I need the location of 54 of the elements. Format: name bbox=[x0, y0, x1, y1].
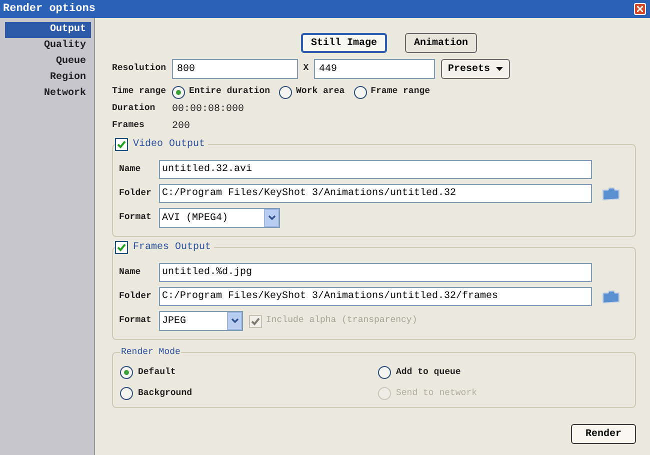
group-title: Video Output bbox=[133, 138, 206, 152]
field-label: Resolution bbox=[112, 62, 168, 76]
folder-field[interactable]: C:/Program Files/KeyShot 3/Animations/untitled.32 bbox=[159, 184, 592, 203]
folder-icon[interactable] bbox=[602, 186, 620, 200]
radio-button[interactable] bbox=[172, 86, 185, 98]
mode-button[interactable]: Still Image bbox=[300, 33, 387, 53]
render-button[interactable]: Render bbox=[571, 424, 636, 444]
folder-field[interactable]: C:/Program Files/KeyShot 3/Animations/untitled.32/frames bbox=[159, 287, 592, 306]
width-field[interactable]: 800 bbox=[172, 59, 298, 79]
radio-label: Send to network bbox=[396, 386, 478, 400]
radio-button[interactable] bbox=[354, 86, 367, 98]
info-label: Frames bbox=[112, 119, 146, 132]
radio-button[interactable] bbox=[120, 366, 133, 380]
field-label: Folder bbox=[119, 186, 152, 200]
radio-label: Background bbox=[138, 386, 192, 400]
format-dropdown[interactable]: JPEG bbox=[159, 311, 243, 331]
close-button[interactable] bbox=[634, 3, 646, 15]
radio-label: Add to queue bbox=[396, 366, 461, 379]
checkbox[interactable] bbox=[115, 138, 128, 151]
format-dropdown[interactable]: AVI (MPEG4) bbox=[159, 208, 280, 228]
radio-label: Default bbox=[138, 366, 176, 379]
field-label: Format bbox=[119, 314, 152, 328]
field-label: Folder bbox=[119, 290, 152, 303]
field-label: Time range bbox=[112, 85, 168, 98]
field-label: Format bbox=[119, 211, 152, 224]
radio-button[interactable] bbox=[279, 86, 292, 98]
caret-icon bbox=[496, 67, 504, 71]
field-label: Name bbox=[119, 266, 142, 279]
radio-button[interactable] bbox=[378, 366, 391, 380]
info-label: Duration bbox=[112, 102, 156, 116]
height-field[interactable]: 449 bbox=[314, 59, 435, 79]
radio-label: Frame range bbox=[370, 85, 430, 98]
checkbox-label: Include alpha (transparency) bbox=[266, 314, 418, 328]
checkbox[interactable] bbox=[115, 241, 128, 254]
name-field[interactable]: untitled.%d.jpg bbox=[159, 263, 592, 282]
info-value: 200 bbox=[172, 120, 190, 134]
sidebar-item[interactable]: Quality bbox=[5, 38, 91, 54]
sidebar-item[interactable]: Region bbox=[5, 70, 91, 86]
info-value: 00:00:08:000 bbox=[172, 102, 244, 116]
field-label: Name bbox=[119, 162, 142, 176]
group-title: Frames Output bbox=[133, 241, 212, 255]
sidebar-item[interactable]: Queue bbox=[5, 54, 91, 70]
mode-button[interactable]: Animation bbox=[405, 33, 478, 53]
radio-label: Work area bbox=[296, 85, 345, 98]
close-icon bbox=[637, 6, 643, 12]
presets-dropdown[interactable]: Presets bbox=[441, 59, 510, 79]
sidebar-item[interactable]: Network bbox=[5, 86, 91, 102]
radio-button[interactable] bbox=[120, 386, 133, 400]
window-title: Render options bbox=[3, 2, 96, 17]
name-field[interactable]: untitled.32.avi bbox=[159, 160, 592, 179]
folder-icon[interactable] bbox=[602, 290, 620, 304]
sidebar-item[interactable]: Output bbox=[5, 22, 91, 38]
separator-label: X bbox=[302, 62, 310, 76]
radio-label: Entire duration bbox=[189, 85, 270, 98]
